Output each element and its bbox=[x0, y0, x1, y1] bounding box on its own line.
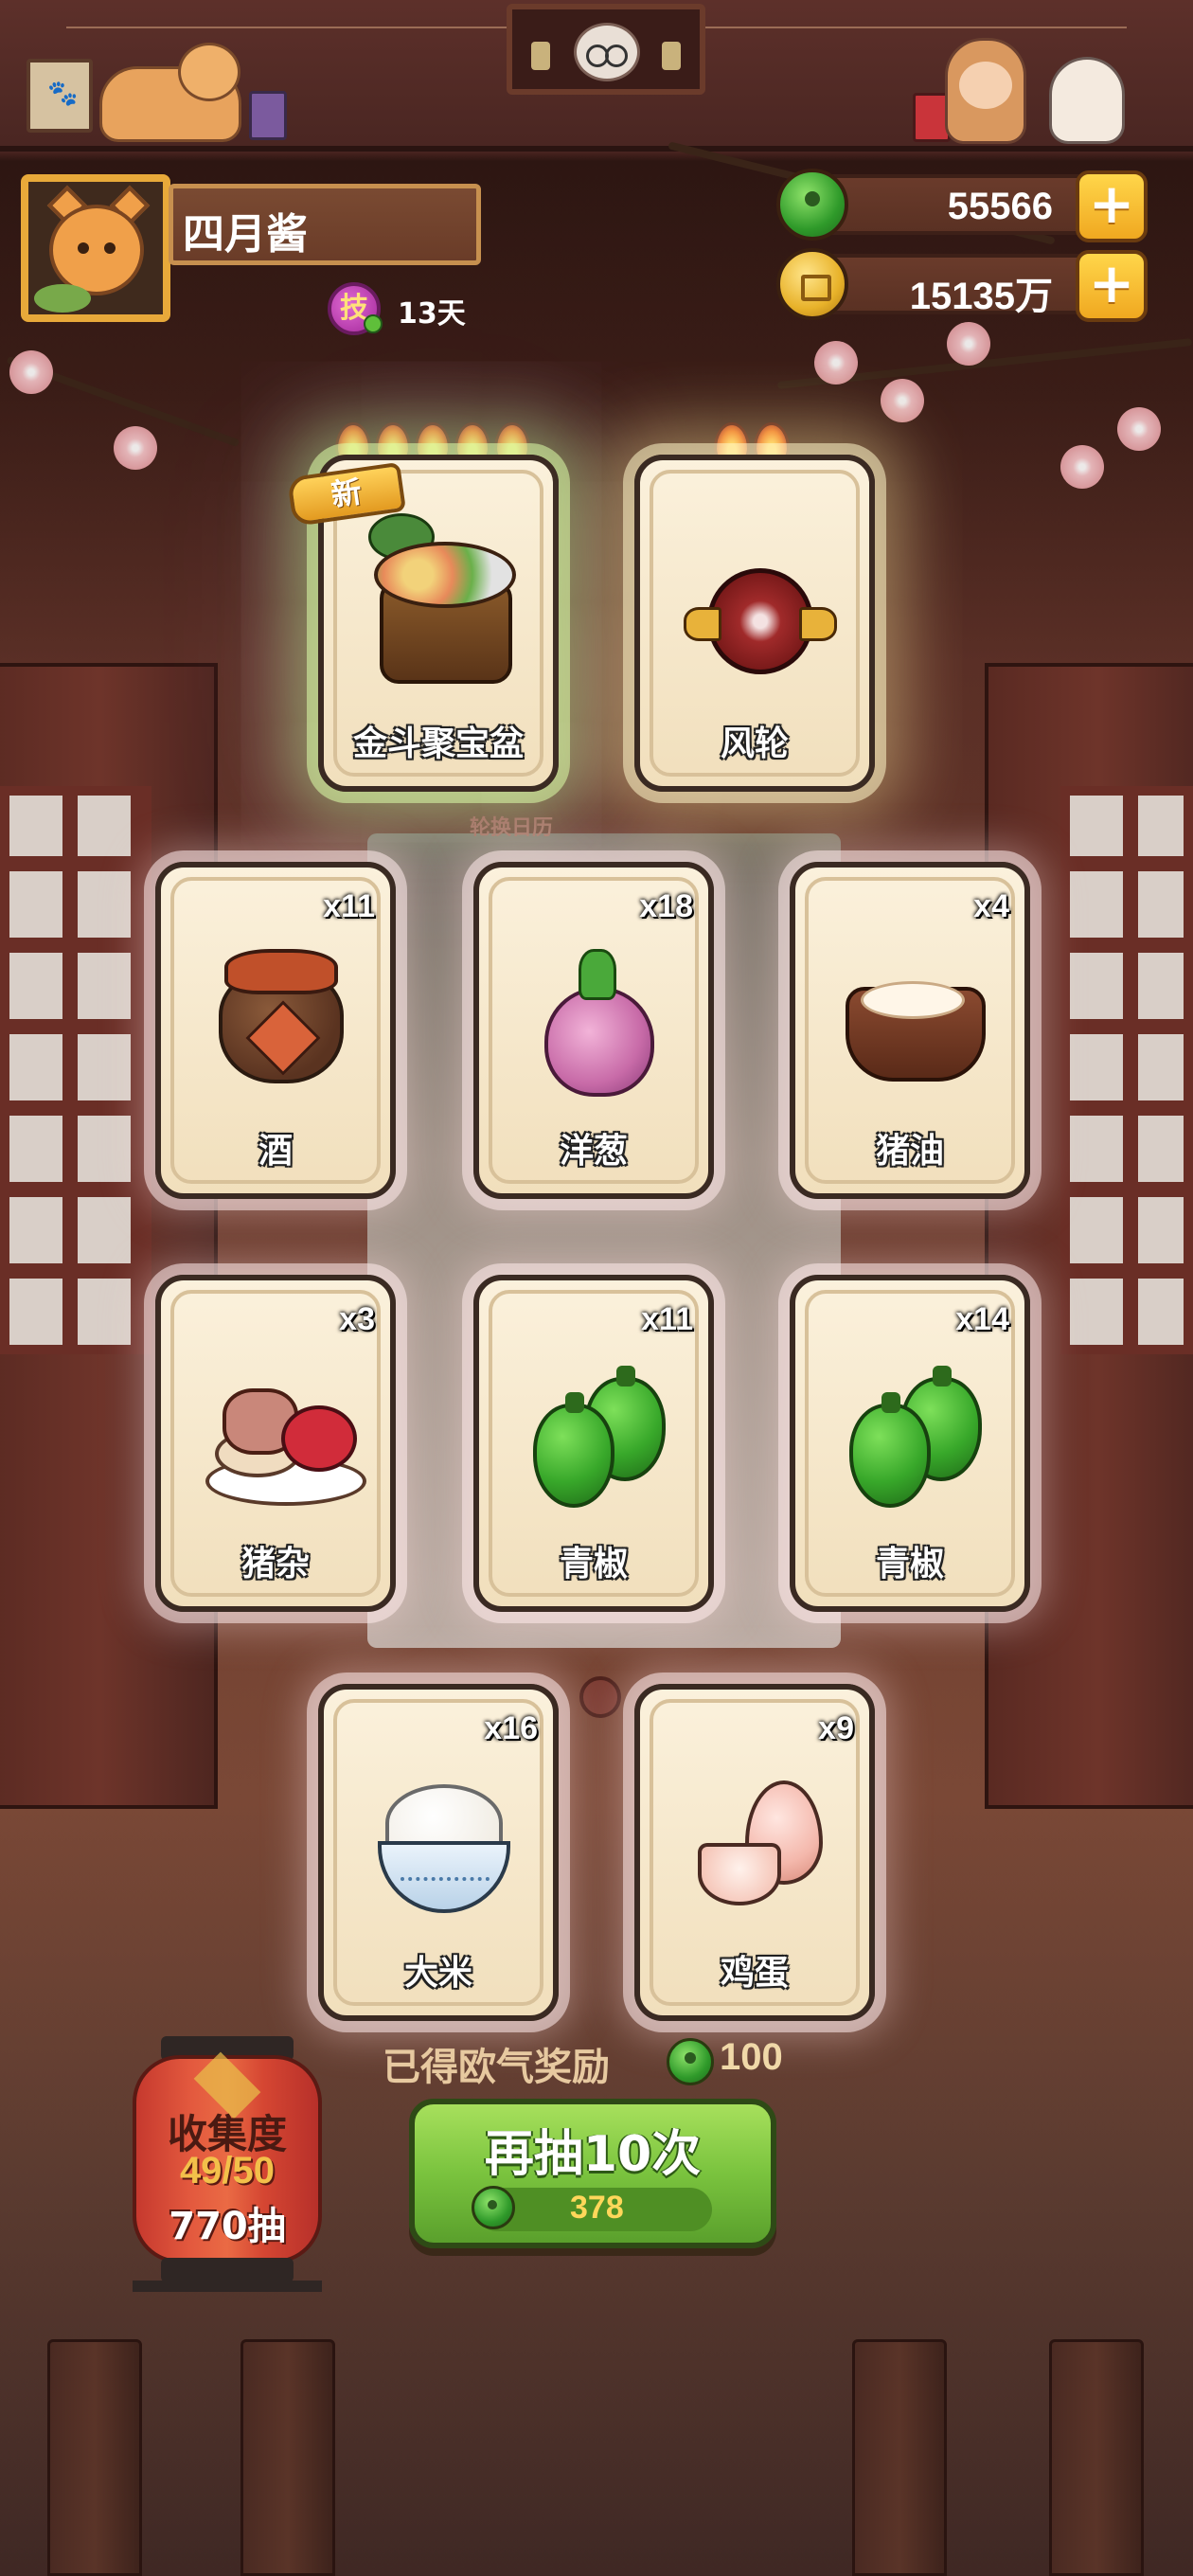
skill-icon[interactable]: 技 bbox=[328, 282, 383, 335]
player-avatar[interactable] bbox=[21, 174, 170, 322]
card-label: 风轮 bbox=[720, 724, 789, 763]
blossom bbox=[1060, 445, 1104, 489]
player-name: 四月酱 bbox=[183, 210, 308, 259]
add-coin-button[interactable]: + bbox=[1076, 250, 1148, 322]
left-window bbox=[0, 786, 151, 1354]
card-wind-wheel[interactable]: 风轮 bbox=[634, 455, 875, 792]
draw-cost-value: 378 bbox=[570, 2190, 624, 2226]
treasure-bowl-icon bbox=[368, 513, 520, 693]
collection-lantern[interactable]: 收集度 49/50 770抽 bbox=[133, 2036, 322, 2292]
card-label: 猪杂 bbox=[240, 1545, 310, 1583]
offal-icon bbox=[205, 1362, 366, 1513]
reward-value: 100 bbox=[720, 2036, 783, 2078]
lard-icon bbox=[840, 949, 991, 1100]
card-offal[interactable]: x3 猪杂 bbox=[155, 1275, 396, 1612]
fence-post bbox=[240, 2339, 335, 2576]
card-label: 青椒 bbox=[875, 1545, 944, 1583]
card-count: x18 bbox=[639, 888, 693, 924]
card-label: 洋葱 bbox=[559, 1132, 628, 1171]
card-egg[interactable]: x9 鸡蛋 bbox=[634, 1684, 875, 2021]
card-count: x11 bbox=[641, 1301, 693, 1337]
card-lard[interactable]: x4 猪油 bbox=[790, 862, 1030, 1199]
draw-ten-button[interactable]: 再抽10次 378 bbox=[409, 2099, 776, 2248]
sleeping-cat bbox=[99, 43, 241, 142]
card-count: x4 bbox=[973, 888, 1009, 924]
jade-icon bbox=[667, 2038, 714, 2085]
card-count: x11 bbox=[323, 888, 375, 924]
draw-cost: 378 bbox=[472, 2186, 712, 2231]
card-label: 大米 bbox=[403, 1954, 472, 1993]
card-green-pepper[interactable]: x14 青椒 bbox=[790, 1275, 1030, 1612]
draw-button-label: 再抽10次 bbox=[484, 2126, 702, 2183]
days-counter: 13天 bbox=[398, 297, 466, 331]
wind-wheel-icon bbox=[684, 542, 837, 693]
blossom bbox=[881, 379, 924, 422]
coin-icon bbox=[776, 248, 848, 320]
jade-amount: 55566 bbox=[947, 186, 1053, 227]
add-jade-button[interactable]: + bbox=[1076, 170, 1148, 242]
card-label: 金斗聚宝盆 bbox=[352, 724, 524, 763]
card-label: 酒 bbox=[258, 1132, 293, 1171]
blossom bbox=[114, 426, 157, 470]
egg-icon bbox=[685, 1771, 836, 1923]
wine-jar-icon bbox=[205, 949, 357, 1100]
collection-progress: 49/50 bbox=[179, 2150, 276, 2191]
blossom bbox=[814, 341, 858, 385]
glasses-character bbox=[574, 23, 640, 81]
jade-icon bbox=[776, 169, 848, 241]
fence-post bbox=[852, 2339, 947, 2576]
rice-bowl-icon bbox=[368, 1771, 520, 1923]
collection-draws: 770抽 bbox=[169, 2205, 286, 2248]
card-count: x14 bbox=[955, 1301, 1009, 1337]
card-label: 青椒 bbox=[559, 1545, 628, 1583]
green-pepper-icon bbox=[524, 1362, 675, 1513]
white-cat bbox=[1049, 57, 1125, 144]
child-character bbox=[945, 38, 1026, 144]
ornament bbox=[579, 1676, 621, 1718]
right-window bbox=[1060, 786, 1193, 1354]
paw-frame bbox=[27, 59, 93, 133]
blossom bbox=[9, 350, 53, 394]
purple-book bbox=[249, 91, 287, 140]
fence-post bbox=[47, 2339, 142, 2576]
fence-post bbox=[1049, 2339, 1144, 2576]
card-count: x3 bbox=[339, 1301, 375, 1337]
onion-icon bbox=[524, 949, 675, 1100]
rotate-calendar-label: 轮换日历 bbox=[469, 816, 553, 840]
blossom bbox=[947, 322, 990, 366]
reward-label: 已得欧气奖励 bbox=[383, 2046, 610, 2089]
card-label: 鸡蛋 bbox=[720, 1954, 789, 1993]
blossom bbox=[1117, 407, 1161, 451]
player-name-bar[interactable]: 四月酱 bbox=[169, 184, 481, 265]
card-count: x16 bbox=[484, 1710, 538, 1746]
character-portrait-frame[interactable] bbox=[507, 4, 705, 95]
card-green-pepper[interactable]: x11 青椒 bbox=[473, 1275, 714, 1612]
card-count: x9 bbox=[818, 1710, 854, 1746]
card-onion[interactable]: x18 洋葱 bbox=[473, 862, 714, 1199]
card-wine[interactable]: x11 酒 bbox=[155, 862, 396, 1199]
card-label: 猪油 bbox=[875, 1132, 944, 1171]
card-rice[interactable]: x16 大米 bbox=[318, 1684, 559, 2021]
jade-icon bbox=[472, 2186, 515, 2229]
coin-amount: 15135万 bbox=[909, 276, 1053, 317]
green-pepper-icon bbox=[840, 1362, 991, 1513]
